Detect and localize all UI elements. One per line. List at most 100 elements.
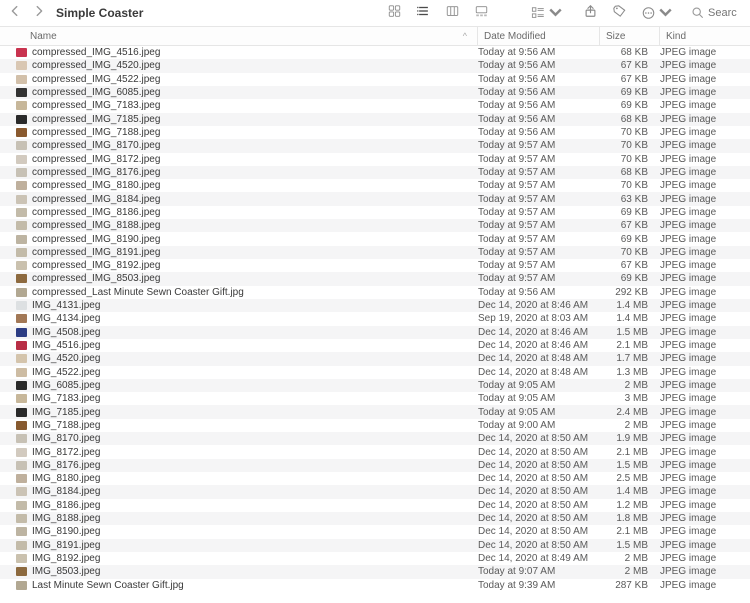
column-header-date[interactable]: Date Modified	[478, 27, 600, 45]
file-name: IMG_8186.jpeg	[32, 500, 100, 511]
file-thumbnail-icon	[16, 48, 27, 57]
list-view-button[interactable]	[416, 4, 431, 21]
columns-view-button[interactable]	[445, 4, 460, 21]
file-row[interactable]: compressed_IMG_7183.jpegToday at 9:56 AM…	[0, 99, 750, 112]
file-row[interactable]: IMG_4134.jpegSep 19, 2020 at 8:03 AM1.4 …	[0, 312, 750, 325]
file-size: 1.2 MB	[600, 500, 660, 511]
file-row[interactable]: compressed_IMG_8503.jpegToday at 9:57 AM…	[0, 272, 750, 285]
file-row[interactable]: IMG_8170.jpegDec 14, 2020 at 8:50 AM1.9 …	[0, 432, 750, 445]
file-name: IMG_8180.jpeg	[32, 473, 100, 484]
file-kind: JPEG image	[660, 380, 750, 391]
file-row[interactable]: IMG_8186.jpeg Dec 14, 2020 at 8:50 AM1.2 …	[0, 499, 750, 512]
toolbar: Simple Coaster	[0, 0, 750, 26]
file-row[interactable]: IMG_6085.jpegToday at 9:05 AM2 MBJPEG im…	[0, 379, 750, 392]
back-button[interactable]	[8, 4, 22, 21]
file-row[interactable]: compressed_IMG_8192.jpegToday at 9:57 AM…	[0, 259, 750, 272]
file-row[interactable]: IMG_8172.jpegDec 14, 2020 at 8:50 AM2.1 …	[0, 445, 750, 458]
file-thumbnail-icon	[16, 527, 27, 536]
group-menu[interactable]	[531, 6, 563, 20]
file-name: compressed_IMG_7183.jpeg	[32, 100, 160, 111]
file-row[interactable]: compressed_IMG_8170.jpegToday at 9:57 AM…	[0, 139, 750, 152]
share-button[interactable]	[583, 4, 598, 21]
file-size: 2 MB	[600, 566, 660, 577]
file-row[interactable]: IMG_7185.jpegToday at 9:05 AM2.4 MBJPEG …	[0, 405, 750, 418]
file-row[interactable]: compressed_IMG_6085.jpegToday at 9:56 AM…	[0, 86, 750, 99]
column-header-kind[interactable]: Kind	[660, 27, 750, 45]
file-size: 2 MB	[600, 380, 660, 391]
file-size: 1.5 MB	[600, 540, 660, 551]
file-row[interactable]: IMG_4516.jpegDec 14, 2020 at 8:46 AM2.1 …	[0, 339, 750, 352]
file-name: IMG_7185.jpeg	[32, 407, 100, 418]
file-row[interactable]: compressed_IMG_4520.jpegToday at 9:56 AM…	[0, 59, 750, 72]
file-size: 1.4 MB	[600, 300, 660, 311]
file-date: Today at 9:00 AM	[478, 420, 600, 431]
file-thumbnail-icon	[16, 408, 27, 417]
file-size: 69 KB	[600, 273, 660, 284]
file-name: compressed_IMG_8180.jpeg	[32, 180, 160, 191]
file-row[interactable]: compressed_IMG_8176.jpegToday at 9:57 AM…	[0, 166, 750, 179]
sort-indicator-icon: ^	[463, 31, 467, 41]
view-switcher	[387, 4, 489, 21]
file-row[interactable]: compressed_IMG_8180.jpegToday at 9:57 AM…	[0, 179, 750, 192]
file-row[interactable]: compressed_IMG_8186.jpegToday at 9:57 AM…	[0, 206, 750, 219]
file-kind: JPEG image	[660, 566, 750, 577]
file-kind: JPEG image	[660, 513, 750, 524]
file-name: compressed_IMG_8176.jpeg	[32, 167, 160, 178]
file-row[interactable]: IMG_7188.jpegToday at 9:00 AM2 MBJPEG im…	[0, 419, 750, 432]
file-row[interactable]: compressed_IMG_8188.jpegToday at 9:57 AM…	[0, 219, 750, 232]
list-icon	[416, 4, 431, 18]
file-row[interactable]: compressed_IMG_4522.jpegToday at 9:56 AM…	[0, 73, 750, 86]
file-row[interactable]: compressed_IMG_8190.jpegToday at 9:57 AM…	[0, 232, 750, 245]
more-button[interactable]	[641, 6, 673, 20]
file-kind: JPEG image	[660, 486, 750, 497]
file-row[interactable]: compressed_Last Minute Sewn Coaster Gift…	[0, 286, 750, 299]
file-row[interactable]: IMG_8184.jpegDec 14, 2020 at 8:50 AM1.4 …	[0, 485, 750, 498]
file-name: IMG_8184.jpeg	[32, 486, 100, 497]
file-kind: JPEG image	[660, 260, 750, 271]
nav-arrows	[8, 4, 46, 21]
file-row[interactable]: IMG_4131.jpegDec 14, 2020 at 8:46 AM1.4 …	[0, 299, 750, 312]
file-list[interactable]: compressed_IMG_4516.jpegToday at 9:56 AM…	[0, 46, 750, 603]
file-thumbnail-icon	[16, 208, 27, 217]
file-name: compressed_IMG_4516.jpeg	[32, 47, 160, 58]
file-name: compressed_IMG_8190.jpeg	[32, 234, 160, 245]
file-date: Today at 9:57 AM	[478, 260, 600, 271]
file-kind: JPEG image	[660, 553, 750, 564]
file-kind: JPEG image	[660, 526, 750, 537]
file-row[interactable]: IMG_8191.jpegDec 14, 2020 at 8:50 AM1.5 …	[0, 539, 750, 552]
file-thumbnail-icon	[16, 61, 27, 70]
file-row[interactable]: IMG_8180.jpegDec 14, 2020 at 8:50 AM2.5 …	[0, 472, 750, 485]
file-date: Dec 14, 2020 at 8:50 AM	[478, 500, 600, 511]
file-date: Today at 9:57 AM	[478, 154, 600, 165]
file-row[interactable]: IMG_4508.jpegDec 14, 2020 at 8:46 AM1.5 …	[0, 326, 750, 339]
file-row[interactable]: compressed_IMG_8184.jpegToday at 9:57 AM…	[0, 192, 750, 205]
column-header-name[interactable]: Name ^	[0, 27, 478, 45]
file-row[interactable]: IMG_4522.jpegDec 14, 2020 at 8:48 AM1.3 …	[0, 366, 750, 379]
file-row[interactable]: compressed_IMG_8191.jpegToday at 9:57 AM…	[0, 246, 750, 259]
file-row[interactable]: compressed_IMG_4516.jpegToday at 9:56 AM…	[0, 46, 750, 59]
file-kind: JPEG image	[660, 154, 750, 165]
file-row[interactable]: IMG_8176.jpegDec 14, 2020 at 8:50 AM1.5 …	[0, 459, 750, 472]
file-row[interactable]: IMG_8503.jpegToday at 9:07 AM2 MBJPEG im…	[0, 565, 750, 578]
file-row[interactable]: compressed_IMG_7185.jpegToday at 9:56 AM…	[0, 113, 750, 126]
search-icon	[691, 6, 704, 19]
forward-button[interactable]	[32, 4, 46, 21]
file-row[interactable]: compressed_IMG_7188.jpegToday at 9:56 AM…	[0, 126, 750, 139]
file-row[interactable]: compressed_IMG_8172.jpegToday at 9:57 AM…	[0, 153, 750, 166]
file-row[interactable]: IMG_8192.jpegDec 14, 2020 at 8:49 AM2 MB…	[0, 552, 750, 565]
search-field[interactable]	[691, 6, 742, 19]
file-row[interactable]: Last Minute Sewn Coaster Gift.jpgToday a…	[0, 579, 750, 592]
file-row[interactable]: IMG_8190.jpegDec 14, 2020 at 8:50 AM2.1 …	[0, 525, 750, 538]
file-kind: JPEG image	[660, 580, 750, 591]
file-name: IMG_4508.jpeg	[32, 327, 100, 338]
gallery-view-button[interactable]	[474, 4, 489, 21]
search-input[interactable]	[708, 7, 742, 19]
icons-view-button[interactable]	[387, 4, 402, 21]
file-thumbnail-icon	[16, 341, 27, 350]
file-row[interactable]: IMG_8188.jpegDec 14, 2020 at 8:50 AM1.8 …	[0, 512, 750, 525]
file-row[interactable]: IMG_7183.jpegToday at 9:05 AM3 MBJPEG im…	[0, 392, 750, 405]
column-header-size[interactable]: Size	[600, 27, 660, 45]
tag-button[interactable]	[612, 4, 627, 21]
group-icon	[531, 6, 546, 20]
file-row[interactable]: IMG_4520.jpegDec 14, 2020 at 8:48 AM1.7 …	[0, 352, 750, 365]
